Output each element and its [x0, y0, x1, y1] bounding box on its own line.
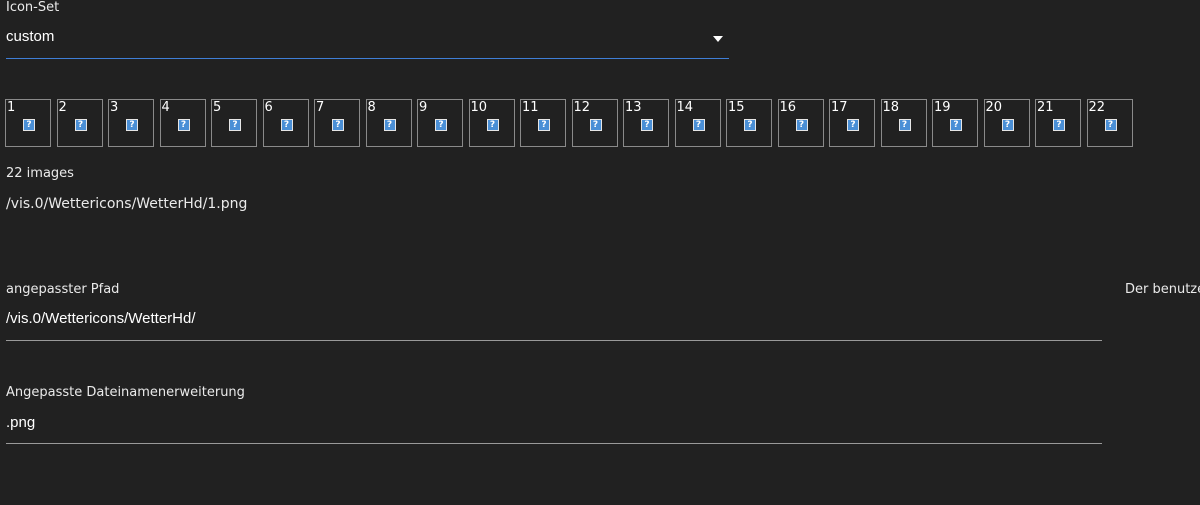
- broken-image-icon: ?: [744, 119, 756, 131]
- icon-preview-3[interactable]: 3?: [108, 99, 154, 147]
- icon-number: 16: [779, 100, 797, 115]
- broken-image-icon: ?: [1104, 119, 1117, 131]
- icon-preview-8[interactable]: 8?: [365, 99, 412, 147]
- icon-number: 20: [985, 100, 1003, 115]
- icon-number: 6: [264, 100, 273, 115]
- broken-image-icon: ?: [538, 119, 550, 131]
- broken-image-icon: ?: [74, 119, 87, 131]
- icon-preview-12[interactable]: 12?: [571, 99, 618, 147]
- icon-number: 21: [1037, 100, 1054, 115]
- icon-preview-21[interactable]: 21?: [1035, 99, 1081, 147]
- icon-number: 9: [419, 100, 428, 115]
- broken-image-icon: ?: [280, 119, 293, 131]
- icon-number: 5: [213, 100, 222, 115]
- broken-image-icon: ?: [332, 119, 344, 131]
- icon-preview-20[interactable]: 20?: [983, 99, 1030, 147]
- icon-preview-14[interactable]: 14?: [674, 99, 721, 147]
- broken-image-icon: ?: [126, 119, 138, 131]
- icon-number: 11: [522, 100, 539, 115]
- icon-preview-2[interactable]: 2?: [56, 99, 103, 147]
- sample-path: /vis.0/Wettericons/WetterHd/1.png: [6, 196, 248, 212]
- broken-image-icon: ?: [847, 119, 859, 131]
- broken-image-icon: ?: [229, 119, 241, 131]
- dropdown-arrow-icon[interactable]: [713, 36, 723, 42]
- icon-preview-6[interactable]: 6?: [262, 99, 309, 147]
- custom-path-input[interactable]: /vis.0/Wettericons/WetterHd/: [6, 305, 1102, 341]
- icon-preview-22[interactable]: 22?: [1086, 99, 1133, 147]
- icon-number: 22: [1088, 100, 1106, 115]
- icon-number: 18: [882, 100, 900, 115]
- icon-number: 7: [316, 100, 325, 115]
- broken-image-icon: ?: [950, 119, 962, 131]
- icon-preview-15[interactable]: 15?: [726, 99, 772, 147]
- custom-path-label: angepasster Pfad: [6, 282, 120, 297]
- icon-number: 14: [676, 100, 694, 115]
- image-count: 22 images: [6, 166, 74, 181]
- icon-number: 13: [625, 100, 642, 115]
- icon-preview-13[interactable]: 13?: [623, 99, 669, 147]
- broken-image-icon: ?: [435, 119, 447, 131]
- broken-image-icon: ?: [898, 119, 911, 131]
- broken-image-icon: ?: [23, 119, 35, 131]
- icon-preview-16[interactable]: 16?: [777, 99, 824, 147]
- iconset-select-value: custom: [6, 28, 55, 45]
- icon-number: 12: [573, 100, 591, 115]
- icon-number: 2: [58, 100, 67, 115]
- icon-preview-17[interactable]: 17?: [829, 99, 875, 147]
- broken-image-icon: ?: [795, 119, 808, 131]
- icon-number: 15: [728, 100, 745, 115]
- extension-value: .png: [6, 414, 36, 431]
- icon-number: 10: [470, 100, 488, 115]
- icon-number: 17: [831, 100, 848, 115]
- icon-preview-10[interactable]: 10?: [468, 99, 515, 147]
- icon-number: 1: [7, 100, 16, 115]
- broken-image-icon: ?: [692, 119, 705, 131]
- broken-image-icon: ?: [177, 119, 190, 131]
- broken-image-icon: ?: [486, 119, 499, 131]
- icon-preview-9[interactable]: 9?: [417, 99, 463, 147]
- custom-path-value: /vis.0/Wettericons/WetterHd/: [6, 310, 196, 327]
- broken-image-icon: ?: [1001, 119, 1014, 131]
- side-note: Der benutze: [1125, 282, 1200, 297]
- broken-image-icon: ?: [1053, 119, 1065, 131]
- icon-preview-5[interactable]: 5?: [211, 99, 257, 147]
- icon-number: 8: [367, 100, 376, 115]
- iconset-select[interactable]: custom: [6, 24, 729, 59]
- icon-preview-7[interactable]: 7?: [314, 99, 360, 147]
- broken-image-icon: ?: [641, 119, 653, 131]
- iconset-label: Icon-Set: [6, 0, 60, 15]
- extension-input[interactable]: .png: [6, 408, 1102, 444]
- icon-preview-19[interactable]: 19?: [932, 99, 978, 147]
- icon-number: 3: [110, 100, 119, 115]
- icon-number: 19: [934, 100, 951, 115]
- icon-number: 4: [161, 100, 170, 115]
- icon-preview-4[interactable]: 4?: [159, 99, 206, 147]
- broken-image-icon: ?: [383, 119, 396, 131]
- broken-image-icon: ?: [589, 119, 602, 131]
- icon-preview-11[interactable]: 11?: [520, 99, 566, 147]
- icon-preview-18[interactable]: 18?: [880, 99, 927, 147]
- extension-label: Angepasste Dateinamenerweiterung: [6, 385, 245, 400]
- icon-preview-strip: 1? 2? 3? 4? 5? 6? 7? 8? 9? 10? 11? 12? 13? 14? 15? 16? 1…: [5, 99, 1138, 149]
- icon-preview-1[interactable]: 1?: [5, 99, 51, 147]
